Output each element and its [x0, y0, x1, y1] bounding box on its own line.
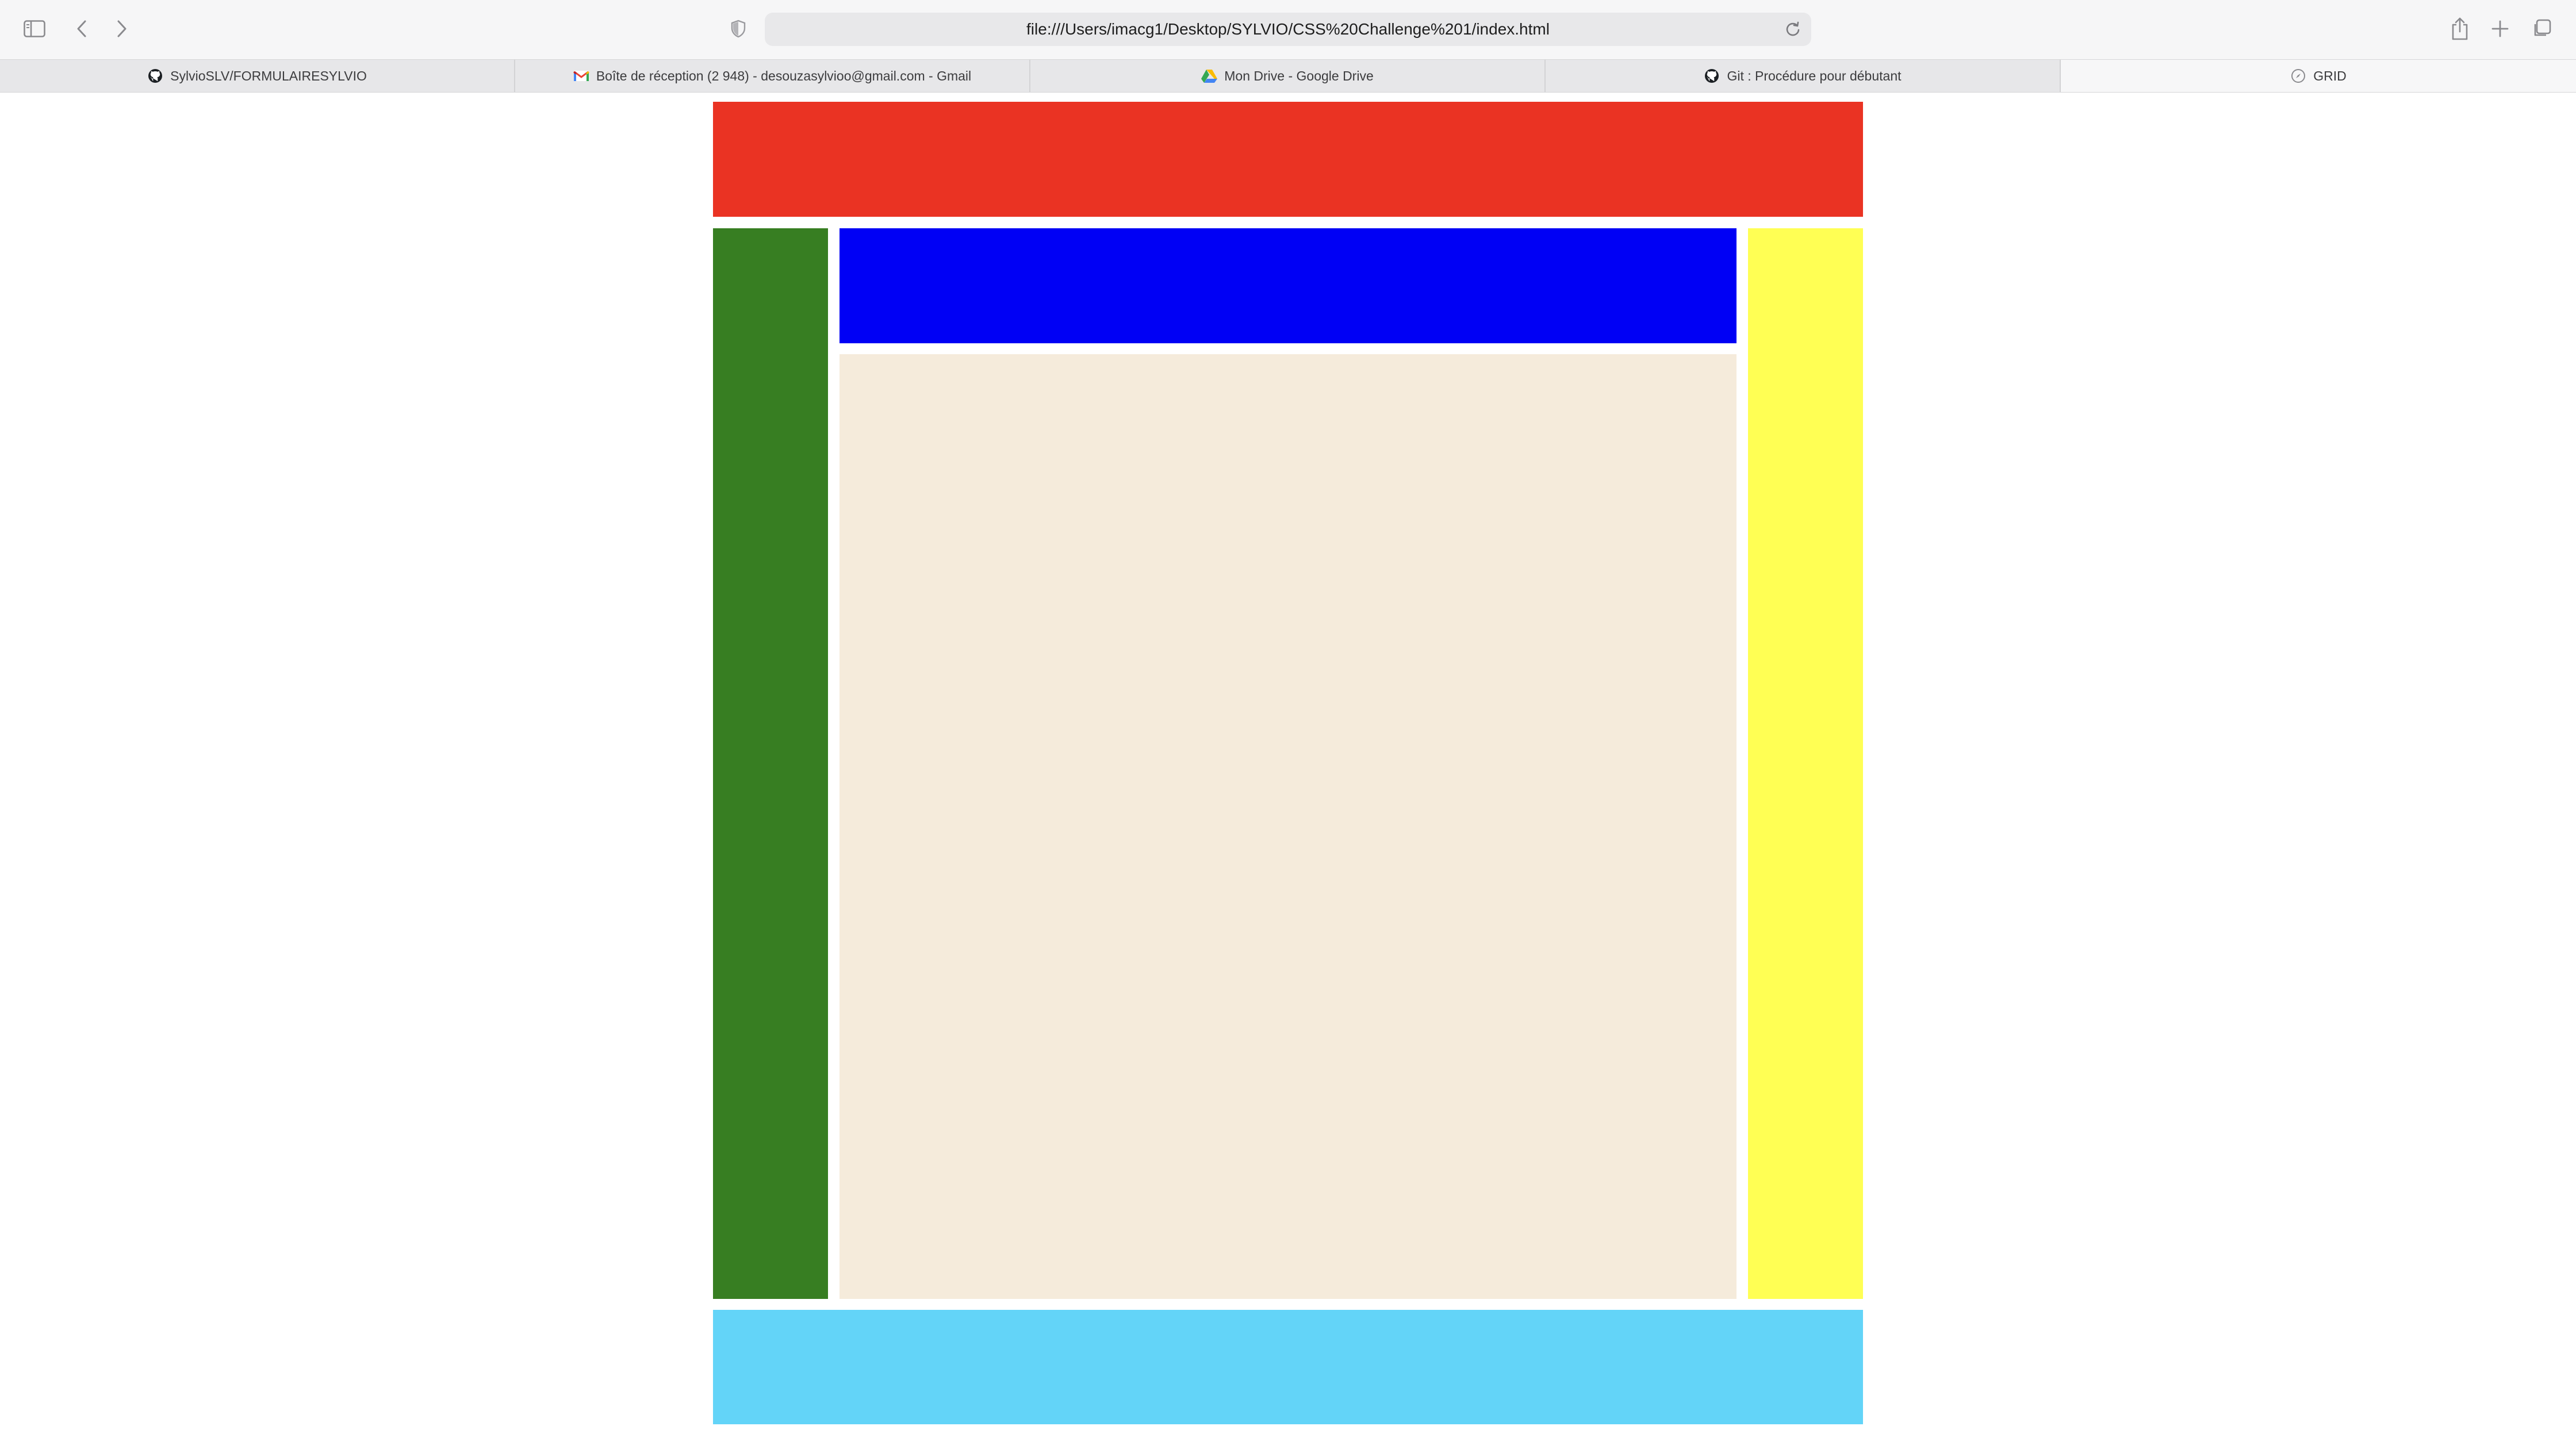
browser-toolbar: file:///Users/imacg1/Desktop/SYLVIO/CSS%…	[0, 0, 2576, 59]
tab-bar: SylvioSLV/FORMULAIRESYLVIO Boîte de réce…	[0, 59, 2576, 93]
footer-block	[713, 1310, 1863, 1424]
tab-label: Mon Drive - Google Drive	[1224, 68, 1374, 83]
right-column-block	[1748, 228, 1863, 1299]
main-content-block	[839, 354, 1736, 1299]
new-tab-icon[interactable]	[2487, 16, 2513, 41]
url-text[interactable]: file:///Users/imacg1/Desktop/SYLVIO/CSS%…	[765, 13, 1811, 46]
back-icon[interactable]	[70, 16, 93, 41]
tab-label: GRID	[2313, 68, 2347, 83]
tab-gmail[interactable]: Boîte de réception (2 948) - desouzasylv…	[515, 60, 1030, 92]
left-column-block	[713, 228, 828, 1299]
github-icon	[1704, 68, 1720, 84]
address-bar[interactable]: file:///Users/imacg1/Desktop/SYLVIO/CSS%…	[765, 13, 1811, 46]
google-drive-icon	[1201, 68, 1218, 84]
tab-label: Git : Procédure pour débutant	[1727, 68, 1902, 83]
top-band-block	[839, 228, 1736, 343]
tab-google-drive[interactable]: Mon Drive - Google Drive	[1030, 60, 1546, 92]
gmail-icon	[573, 68, 589, 84]
sidebar-toggle-icon[interactable]	[21, 16, 48, 41]
privacy-shield-icon[interactable]	[727, 17, 750, 40]
reload-icon[interactable]	[1784, 20, 1802, 39]
tab-label: SylvioSLV/FORMULAIRESYLVIO	[170, 68, 367, 83]
forward-icon[interactable]	[110, 16, 133, 41]
github-icon	[147, 68, 163, 84]
tab-label: Boîte de réception (2 948) - desouzasylv…	[596, 68, 972, 83]
share-icon[interactable]	[2447, 14, 2472, 44]
tab-github-formulaire[interactable]: SylvioSLV/FORMULAIRESYLVIO	[0, 60, 515, 92]
compass-icon	[2290, 68, 2306, 84]
tab-grid-active[interactable]: GRID	[2061, 60, 2576, 92]
tab-overview-icon[interactable]	[2529, 16, 2554, 41]
tab-git-procedure[interactable]: Git : Procédure pour débutant	[1546, 60, 2061, 92]
page-viewport	[0, 93, 2576, 1449]
header-block	[713, 102, 1863, 217]
